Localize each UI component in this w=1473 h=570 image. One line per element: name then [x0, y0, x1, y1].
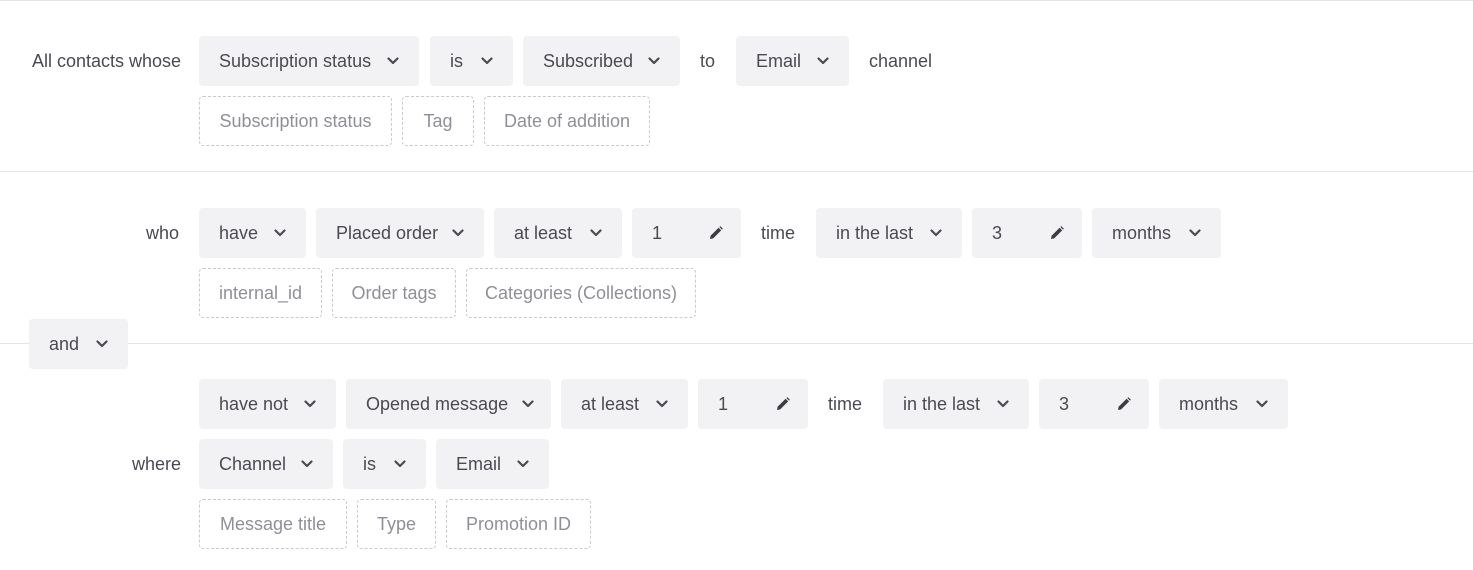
- chevron-down-icon: [452, 229, 464, 237]
- rule1-suffix-label: channel: [869, 51, 933, 71]
- dropdown-value: at least: [581, 393, 640, 414]
- rule2-chip-order-tags[interactable]: Order tags: [332, 268, 456, 318]
- rule2-chip-categories[interactable]: Categories (Collections): [466, 268, 696, 318]
- chevron-down-icon: [656, 400, 668, 408]
- rule1-prefix-label: All contacts whose: [32, 51, 182, 71]
- dropdown-value: Email: [756, 50, 802, 71]
- dropdown-value: in the last: [836, 222, 914, 243]
- rule3-count-input[interactable]: 1: [698, 379, 808, 429]
- rule1-operator-dropdown[interactable]: is: [430, 36, 513, 86]
- dropdown-value: months: [1112, 222, 1172, 243]
- dropdown-value: Email: [456, 453, 502, 474]
- chevron-down-icon: [394, 460, 406, 468]
- dropdown-value: Placed order: [336, 222, 439, 243]
- rule3-unit-label: time: [828, 394, 863, 414]
- dropdown-value: months: [1179, 393, 1239, 414]
- rule1-channel-dropdown[interactable]: Email: [736, 36, 849, 86]
- dropdown-value: at least: [514, 222, 573, 243]
- rule2-period-dropdown[interactable]: in the last: [816, 208, 962, 258]
- pencil-icon[interactable]: [709, 226, 723, 240]
- dropdown-value: Opened message: [366, 393, 509, 414]
- top-divider: [0, 0, 1473, 1]
- rule3-period-value-input[interactable]: 3: [1039, 379, 1149, 429]
- chevron-down-icon: [817, 57, 829, 65]
- chevron-down-icon: [274, 229, 286, 237]
- dropdown-value: is: [450, 50, 463, 71]
- dropdown-value: is: [363, 453, 376, 474]
- rule3-chip-message-title[interactable]: Message title: [199, 499, 347, 549]
- input-value: 3: [1059, 393, 1070, 414]
- chevron-down-icon: [96, 340, 108, 348]
- rule2-period-value-input[interactable]: 3: [972, 208, 1082, 258]
- rule2-verb-dropdown[interactable]: have: [199, 208, 306, 258]
- chevron-down-icon: [481, 57, 493, 65]
- dropdown-value: in the last: [903, 393, 981, 414]
- input-value: 3: [992, 222, 1003, 243]
- rule3-chip-type[interactable]: Type: [357, 499, 436, 549]
- rule2-event-dropdown[interactable]: Placed order: [316, 208, 484, 258]
- rule1-value-dropdown[interactable]: Subscribed: [523, 36, 680, 86]
- rule3-period-dropdown[interactable]: in the last: [883, 379, 1029, 429]
- dropdown-value: have not: [219, 393, 289, 414]
- chevron-down-icon: [1189, 229, 1201, 237]
- chevron-down-icon: [517, 460, 529, 468]
- rule3-where-label: where: [132, 454, 182, 474]
- section-divider-2: [0, 343, 1473, 344]
- pencil-icon[interactable]: [776, 397, 790, 411]
- chevron-down-icon: [1256, 400, 1268, 408]
- rule3-period-unit-dropdown[interactable]: months: [1159, 379, 1288, 429]
- rule1-chip-tag[interactable]: Tag: [402, 96, 474, 146]
- chevron-down-icon: [997, 400, 1009, 408]
- dropdown-value: and: [49, 333, 80, 354]
- input-value: 1: [652, 222, 663, 243]
- section-divider-1: [0, 171, 1473, 172]
- chevron-down-icon: [648, 57, 660, 65]
- rule3-chip-promotion-id[interactable]: Promotion ID: [446, 499, 591, 549]
- dropdown-value: Subscription status: [219, 50, 372, 71]
- chevron-down-icon: [930, 229, 942, 237]
- dropdown-value: Channel: [219, 453, 287, 474]
- rule2-quantifier-dropdown[interactable]: at least: [494, 208, 622, 258]
- rule1-chip-date-of-addition[interactable]: Date of addition: [484, 96, 650, 146]
- rule2-period-unit-dropdown[interactable]: months: [1092, 208, 1221, 258]
- chevron-down-icon: [387, 57, 399, 65]
- rule1-field-dropdown[interactable]: Subscription status: [199, 36, 419, 86]
- pencil-icon[interactable]: [1117, 397, 1131, 411]
- rule3-where-value-dropdown[interactable]: Email: [436, 439, 549, 489]
- dropdown-value: have: [219, 222, 259, 243]
- rule2-chip-internal-id[interactable]: internal_id: [199, 268, 322, 318]
- input-value: 1: [718, 393, 729, 414]
- chevron-down-icon: [301, 460, 313, 468]
- rule3-where-operator-dropdown[interactable]: is: [343, 439, 426, 489]
- rule1-chip-subscription-status[interactable]: Subscription status: [199, 96, 392, 146]
- chevron-down-icon: [304, 400, 316, 408]
- dropdown-value: Subscribed: [543, 50, 634, 71]
- rule3-verb-dropdown[interactable]: have not: [199, 379, 336, 429]
- pencil-icon[interactable]: [1050, 226, 1064, 240]
- rule2-prefix-label: who: [146, 223, 180, 243]
- rule3-where-field-dropdown[interactable]: Channel: [199, 439, 333, 489]
- rule3-quantifier-dropdown[interactable]: at least: [561, 379, 688, 429]
- chevron-down-icon: [590, 229, 602, 237]
- combinator-dropdown[interactable]: and: [29, 319, 128, 369]
- rule3-event-dropdown[interactable]: Opened message: [346, 379, 551, 429]
- rule2-unit-label: time: [761, 223, 796, 243]
- chevron-down-icon: [522, 400, 534, 408]
- rule2-count-input[interactable]: 1: [632, 208, 741, 258]
- rule1-connector-label: to: [700, 51, 716, 71]
